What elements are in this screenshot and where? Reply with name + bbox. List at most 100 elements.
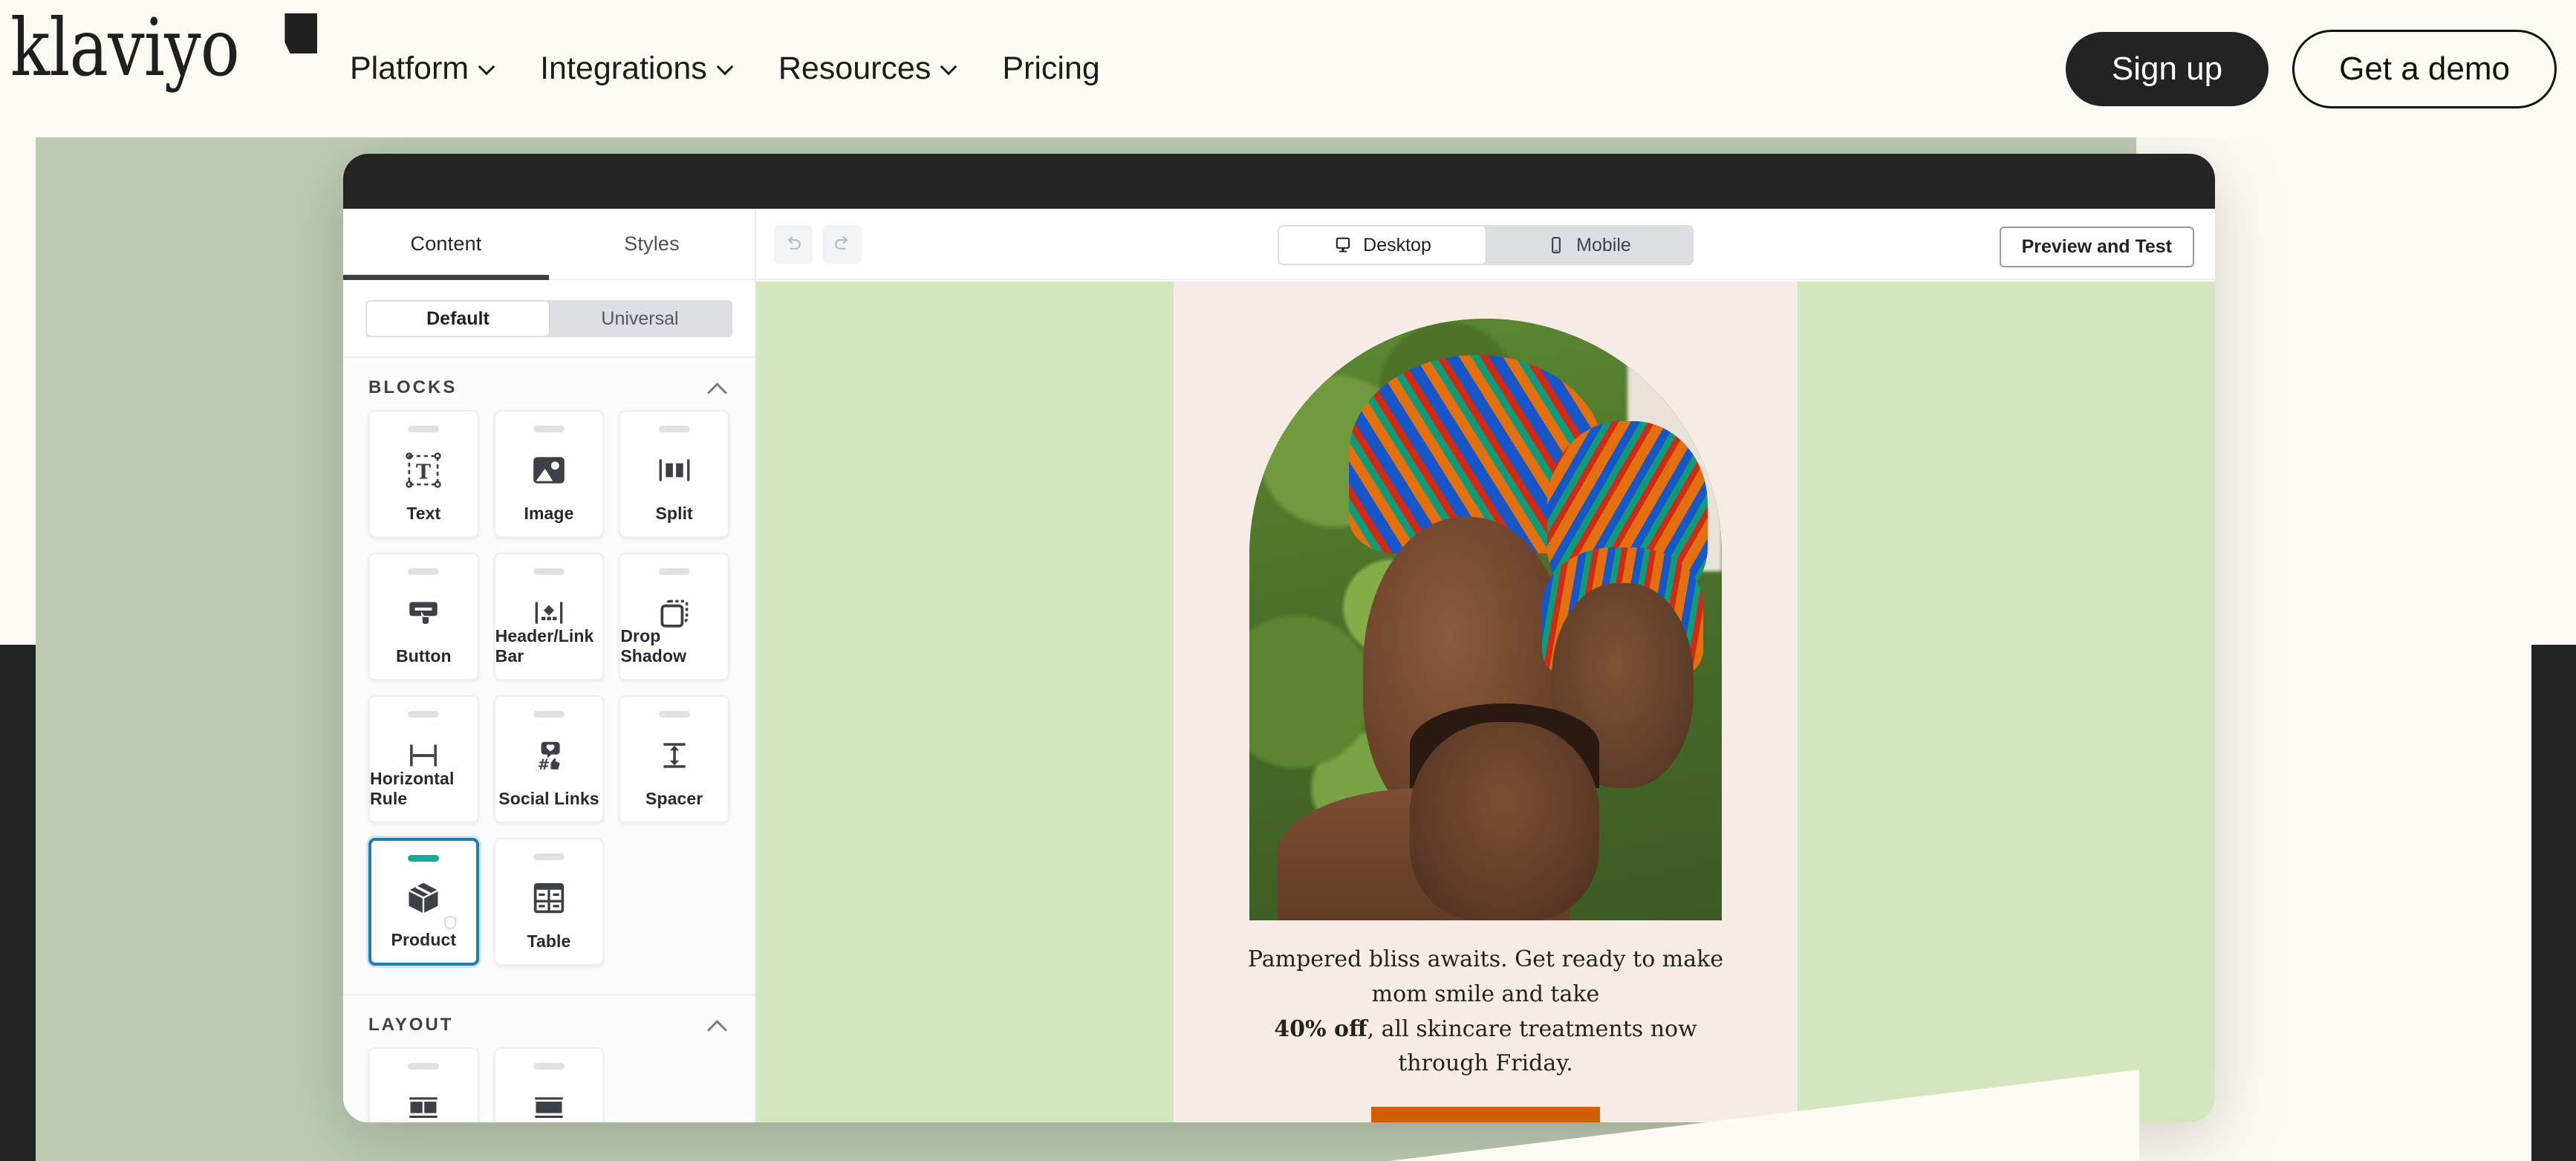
split-block-icon — [651, 447, 697, 493]
block-header-link-bar[interactable]: Header/Link Bar — [493, 553, 605, 680]
email-discount-highlight: 40% off — [1274, 1015, 1367, 1042]
drag-handle[interactable] — [533, 426, 565, 432]
blocks-section-title: BLOCKS — [368, 377, 458, 397]
block-label: Button — [395, 646, 452, 666]
nav-item-integrations[interactable]: Integrations — [517, 51, 755, 87]
nav-item-label: Integrations — [540, 51, 707, 86]
header-actions: Sign up Get a demo — [2065, 0, 2557, 137]
layout-section-header[interactable]: LAYOUT — [343, 995, 755, 1047]
browser-bezel — [343, 154, 2215, 212]
block-spacer[interactable]: Spacer — [619, 695, 729, 823]
hero-image[interactable] — [1249, 319, 1722, 920]
desktop-icon — [1333, 235, 1353, 255]
editor-toolbar: Desktop Mobile Preview and Test — [756, 209, 2215, 280]
drag-handle[interactable] — [533, 711, 565, 718]
nav-item-platform[interactable]: Platform — [327, 51, 517, 87]
block-table[interactable]: Table — [493, 838, 605, 966]
block-label: Text — [406, 504, 441, 523]
chevron-up-icon[interactable] — [707, 1018, 729, 1032]
drag-handle[interactable] — [408, 568, 440, 575]
block-drop-shadow[interactable]: Drop Shadow — [619, 553, 729, 680]
tab-content[interactable]: Content — [343, 209, 549, 279]
drag-handle[interactable] — [533, 568, 565, 575]
header-link-bar-icon — [526, 590, 572, 636]
landing-page: klaviyo Platform Integrations Resources … — [0, 0, 2576, 1161]
drag-handle[interactable] — [408, 855, 440, 862]
chevron-down-icon — [718, 59, 732, 74]
browse-sale-button[interactable]: Browse sale — [1370, 1107, 1601, 1122]
site-header: klaviyo Platform Integrations Resources … — [0, 0, 2576, 137]
device-option-label: Desktop — [1363, 234, 1431, 256]
email-template[interactable]: Pampered bliss awaits. Get ready to make… — [1174, 282, 1798, 1122]
nav-item-resources[interactable]: Resources — [755, 51, 980, 87]
nav-item-pricing[interactable]: Pricing — [979, 51, 1122, 87]
image-block-icon — [526, 447, 572, 493]
drag-handle[interactable] — [533, 853, 565, 860]
brand-wordmark: klaviyo — [10, 2, 240, 94]
primary-nav: Platform Integrations Resources Pricing — [327, 0, 1123, 137]
block-label: Split — [655, 504, 693, 523]
block-label: Image — [524, 504, 574, 523]
block-product[interactable]: Product — [368, 838, 479, 966]
columns-layout-icon — [400, 1084, 446, 1122]
klaviyo-logo[interactable]: klaviyo — [10, 2, 318, 94]
drag-handle[interactable] — [658, 568, 690, 575]
get-a-demo-button[interactable]: Get a demo — [2292, 29, 2557, 108]
tab-styles[interactable]: Styles — [549, 209, 755, 279]
scope-option-default[interactable]: Default — [367, 302, 549, 336]
scope-segment-wrapper: Default Universal — [343, 280, 755, 358]
beta-badge-icon — [442, 914, 458, 931]
drag-handle[interactable] — [408, 711, 440, 718]
device-option-mobile[interactable]: Mobile — [1486, 227, 1692, 264]
text-block-icon: T — [400, 447, 446, 493]
hero-image-wrapper[interactable] — [1174, 282, 1798, 920]
nav-item-label: Pricing — [1002, 51, 1100, 86]
undo-redo-group — [774, 225, 862, 264]
email-body-copy[interactable]: Pampered bliss awaits. Get ready to make… — [1174, 920, 1798, 1082]
app-screenshot-mockup: Content Styles Default Universal BLOCKS — [343, 154, 2215, 1122]
block-columns[interactable]: Columns — [368, 1047, 479, 1122]
sign-up-button[interactable]: Sign up — [2065, 31, 2269, 106]
block-image[interactable]: Image — [493, 410, 605, 538]
sidebar-tabs: Content Styles — [343, 209, 755, 280]
drag-handle[interactable] — [408, 426, 440, 432]
layout-section-title: LAYOUT — [368, 1015, 454, 1035]
spacer-icon — [651, 732, 697, 778]
email-canvas[interactable]: Pampered bliss awaits. Get ready to make… — [756, 282, 2215, 1122]
section-layout-icon — [526, 1084, 572, 1122]
chevron-up-icon[interactable] — [707, 381, 729, 394]
preview-and-test-button[interactable]: Preview and Test — [1999, 227, 2194, 267]
device-option-desktop[interactable]: Desktop — [1279, 227, 1486, 264]
social-links-icon: # — [526, 732, 572, 778]
scope-option-universal[interactable]: Universal — [549, 302, 731, 336]
layout-grid: Columns Section — [343, 1047, 755, 1122]
block-button[interactable]: Button — [368, 553, 479, 680]
button-block-icon — [400, 590, 446, 636]
svg-text:#: # — [538, 756, 550, 773]
undo-icon[interactable] — [774, 225, 813, 264]
block-social-links[interactable]: # Social Links — [493, 695, 605, 823]
block-text[interactable]: T Text — [368, 410, 479, 538]
email-body-line2: , all skincare treatments now through Fr… — [1367, 1015, 1697, 1077]
drag-handle[interactable] — [533, 1063, 565, 1070]
block-split[interactable]: Split — [619, 410, 729, 538]
block-section[interactable]: Section — [493, 1047, 605, 1122]
blocks-grid: T Text Image Split Button Header/Link Ba… — [343, 410, 755, 973]
horizontal-rule-icon — [400, 732, 446, 778]
nav-item-label: Resources — [778, 51, 931, 86]
block-label: Product — [391, 930, 457, 949]
drag-handle[interactable] — [408, 1063, 440, 1070]
block-label: Spacer — [645, 789, 703, 808]
drag-handle[interactable] — [658, 711, 690, 718]
block-horizontal-rule[interactable]: Horizontal Rule — [368, 695, 479, 823]
blocks-section-header[interactable]: BLOCKS — [343, 358, 755, 410]
block-label: Table — [527, 931, 571, 951]
chevron-down-icon — [941, 59, 956, 74]
drop-shadow-icon — [651, 590, 697, 636]
klaviyo-flag-mark-icon — [284, 13, 318, 53]
redo-icon[interactable] — [823, 225, 862, 264]
email-cta-wrapper: Browse sale — [1174, 1082, 1798, 1122]
background-dark-right-bar — [2531, 645, 2576, 1161]
drag-handle[interactable] — [658, 426, 690, 432]
product-box-icon — [400, 875, 446, 921]
